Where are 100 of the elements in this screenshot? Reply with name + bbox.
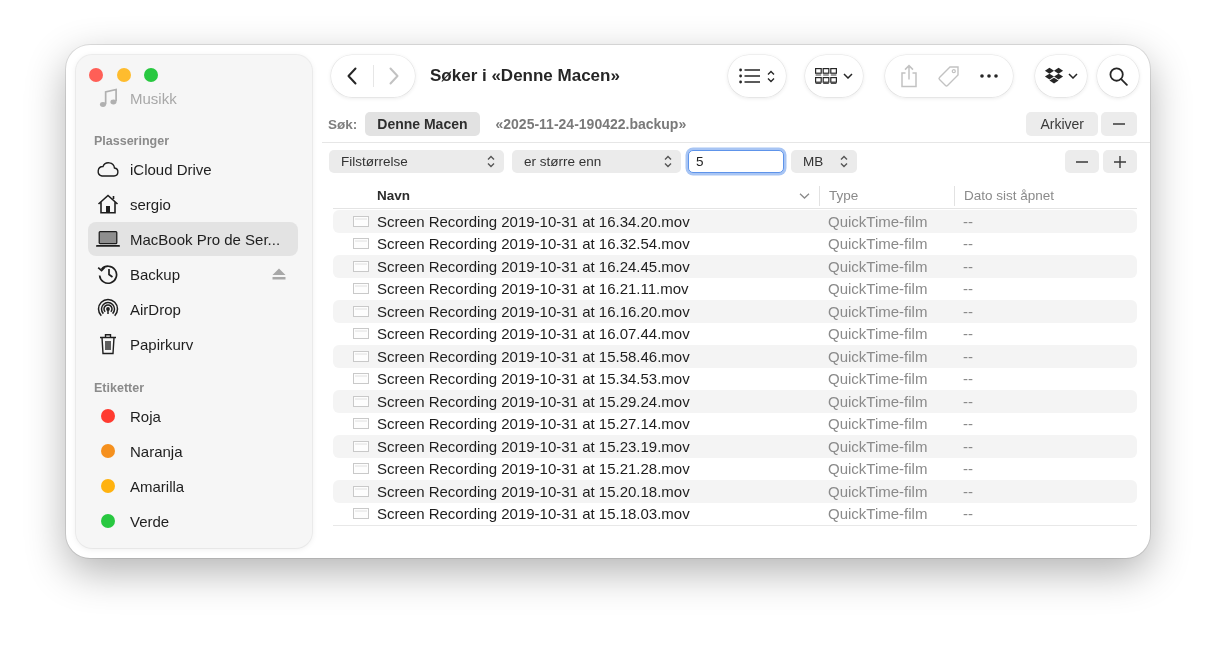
date-opened: -- (962, 302, 974, 320)
chevron-down-icon (1068, 73, 1078, 79)
sidebar-tag[interactable]: Roja (88, 399, 298, 433)
file-type: QuickTime-film (827, 280, 929, 298)
file-row[interactable]: Screen Recording 2019-10-31 at 16.07.44.mov QuickTime-film -- (333, 322, 1137, 345)
ellipsis-icon (980, 74, 998, 78)
file-type: QuickTime-film (827, 325, 929, 343)
laptop-icon (96, 230, 120, 248)
date-opened: -- (962, 347, 974, 365)
updown-chevron-icon (767, 69, 775, 83)
sidebar-tag[interactable]: Verde (88, 504, 298, 538)
date-opened: -- (962, 460, 974, 478)
file-thumbnail-icon (353, 463, 369, 475)
close-button[interactable] (89, 68, 103, 82)
sidebar-item[interactable]: MacBook Pro de Ser... (88, 222, 298, 256)
file-thumbnail-icon (353, 418, 369, 430)
file-row[interactable]: Screen Recording 2019-10-31 at 15.18.03.mov QuickTime-film -- (333, 502, 1137, 525)
unit-popup[interactable]: MB (791, 150, 857, 173)
scope-option[interactable]: Denne Macen (365, 112, 480, 136)
grid-view-button[interactable] (805, 55, 863, 97)
minus-icon (1076, 160, 1088, 163)
sidebar-item[interactable]: iCloud Drive (88, 152, 298, 186)
file-thumbnail-icon (353, 305, 369, 317)
file-type: QuickTime-film (827, 460, 929, 478)
file-thumbnail-icon (353, 260, 369, 272)
file-row[interactable]: Screen Recording 2019-10-31 at 16.32.54.mov QuickTime-film -- (333, 232, 1137, 255)
sidebar-tag[interactable]: Amarilla (88, 469, 298, 503)
date-opened: -- (962, 392, 974, 410)
file-row[interactable]: Screen Recording 2019-10-31 at 16.16.20.mov QuickTime-film -- (333, 300, 1137, 323)
date-opened: -- (962, 415, 974, 433)
date-opened: -- (962, 212, 974, 230)
updown-chevron-icon (664, 155, 672, 168)
list-view-button[interactable] (728, 55, 786, 97)
file-row[interactable]: Screen Recording 2019-10-31 at 15.27.14.mov QuickTime-film -- (333, 412, 1137, 435)
file-name: Screen Recording 2019-10-31 at 16.21.11.mov (377, 280, 689, 298)
file-name: Screen Recording 2019-10-31 at 15.20.18.mov (377, 482, 690, 500)
column-header[interactable]: Type (819, 185, 954, 206)
file-row[interactable]: Screen Recording 2019-10-31 at 15.58.46.mov QuickTime-film -- (333, 345, 1137, 368)
file-thumbnail-icon (353, 485, 369, 497)
file-row[interactable]: Screen Recording 2019-10-31 at 15.21.28.mov QuickTime-film -- (333, 457, 1137, 480)
file-name: Screen Recording 2019-10-31 at 15.18.03.mov (377, 505, 690, 523)
file-row[interactable]: Screen Recording 2019-10-31 at 15.23.19.mov QuickTime-film -- (333, 435, 1137, 458)
file-type: QuickTime-film (827, 347, 929, 365)
file-thumbnail-icon (353, 283, 369, 295)
file-name: Screen Recording 2019-10-31 at 16.16.20.mov (377, 302, 690, 320)
house-icon (97, 194, 119, 214)
date-opened: -- (962, 325, 974, 343)
save-button[interactable]: Arkiver (1026, 112, 1098, 136)
chevron-down-icon (799, 192, 810, 199)
file-name: Screen Recording 2019-10-31 at 15.23.19.mov (377, 437, 690, 455)
file-type: QuickTime-film (827, 505, 929, 523)
trash-icon (99, 333, 117, 355)
chevron-right-icon (389, 67, 399, 85)
file-thumbnail-icon (353, 328, 369, 340)
value-field[interactable]: 5 (688, 150, 784, 173)
file-row[interactable]: Screen Recording 2019-10-31 at 15.20.18.mov QuickTime-film -- (333, 480, 1137, 503)
date-opened: -- (962, 235, 974, 253)
file-name: Screen Recording 2019-10-31 at 15.29.24.mov (377, 392, 690, 410)
remove-criterion-button[interactable] (1065, 150, 1099, 173)
file-thumbnail-icon (353, 350, 369, 362)
chevron-left-icon (347, 67, 357, 85)
window-title: Søker i «Denne Macen» (430, 66, 620, 86)
grid-icon (815, 68, 837, 84)
scope-option[interactable]: «2025-11-24-190422.backup» (483, 112, 699, 136)
sidebar-item[interactable]: Backup (88, 257, 298, 291)
file-row[interactable]: Screen Recording 2019-10-31 at 16.21.11.mov QuickTime-film -- (333, 277, 1137, 300)
sidebar-tag[interactable]: Naranja (88, 434, 298, 468)
file-row[interactable]: Screen Recording 2019-10-31 at 15.29.24.mov QuickTime-film -- (333, 390, 1137, 413)
sidebar-item[interactable]: AirDrop (88, 292, 298, 326)
date-opened: -- (962, 280, 974, 298)
sidebar-item[interactable]: sergio (88, 187, 298, 221)
file-thumbnail-icon (353, 440, 369, 452)
column-header[interactable]: Navn (333, 185, 819, 206)
file-name: Screen Recording 2019-10-31 at 15.27.14.mov (377, 415, 690, 433)
date-opened: -- (962, 437, 974, 455)
file-name: Screen Recording 2019-10-31 at 15.34.53.mov (377, 370, 690, 388)
date-opened: -- (962, 370, 974, 388)
file-name: Screen Recording 2019-10-31 at 16.07.44.mov (377, 325, 690, 343)
add-criterion-button[interactable] (1103, 150, 1137, 173)
boxes-menu-button[interactable] (1035, 55, 1087, 97)
updown-chevron-icon (840, 155, 848, 168)
sidebar-item[interactable]: Papirkurv (88, 327, 298, 361)
section-heading: Plasseringer (93, 133, 171, 150)
file-type: QuickTime-film (827, 415, 929, 433)
file-type: QuickTime-film (827, 392, 929, 410)
remove-search-button[interactable] (1101, 112, 1137, 136)
file-thumbnail-icon (353, 238, 369, 250)
file-row[interactable]: Screen Recording 2019-10-31 at 16.24.45.mov QuickTime-film -- (333, 255, 1137, 278)
file-name: Screen Recording 2019-10-31 at 16.24.45.mov (377, 257, 690, 275)
column-header[interactable]: Dato sist åpnet (954, 185, 1137, 206)
file-type: QuickTime-film (827, 302, 929, 320)
share-icon (900, 64, 918, 88)
file-name: Screen Recording 2019-10-31 at 16.32.54.mov (377, 235, 690, 253)
clock-arrow-icon (97, 263, 119, 285)
search-button[interactable] (1097, 55, 1139, 97)
section-heading: Etiketter (93, 380, 146, 397)
file-row[interactable]: Screen Recording 2019-10-31 at 16.34.20.mov QuickTime-film -- (333, 210, 1137, 233)
attribute-popup[interactable]: Filstørrelse (329, 150, 504, 173)
file-row[interactable]: Screen Recording 2019-10-31 at 15.34.53.mov QuickTime-film -- (333, 367, 1137, 390)
operator-popup[interactable]: er større enn (512, 150, 681, 173)
